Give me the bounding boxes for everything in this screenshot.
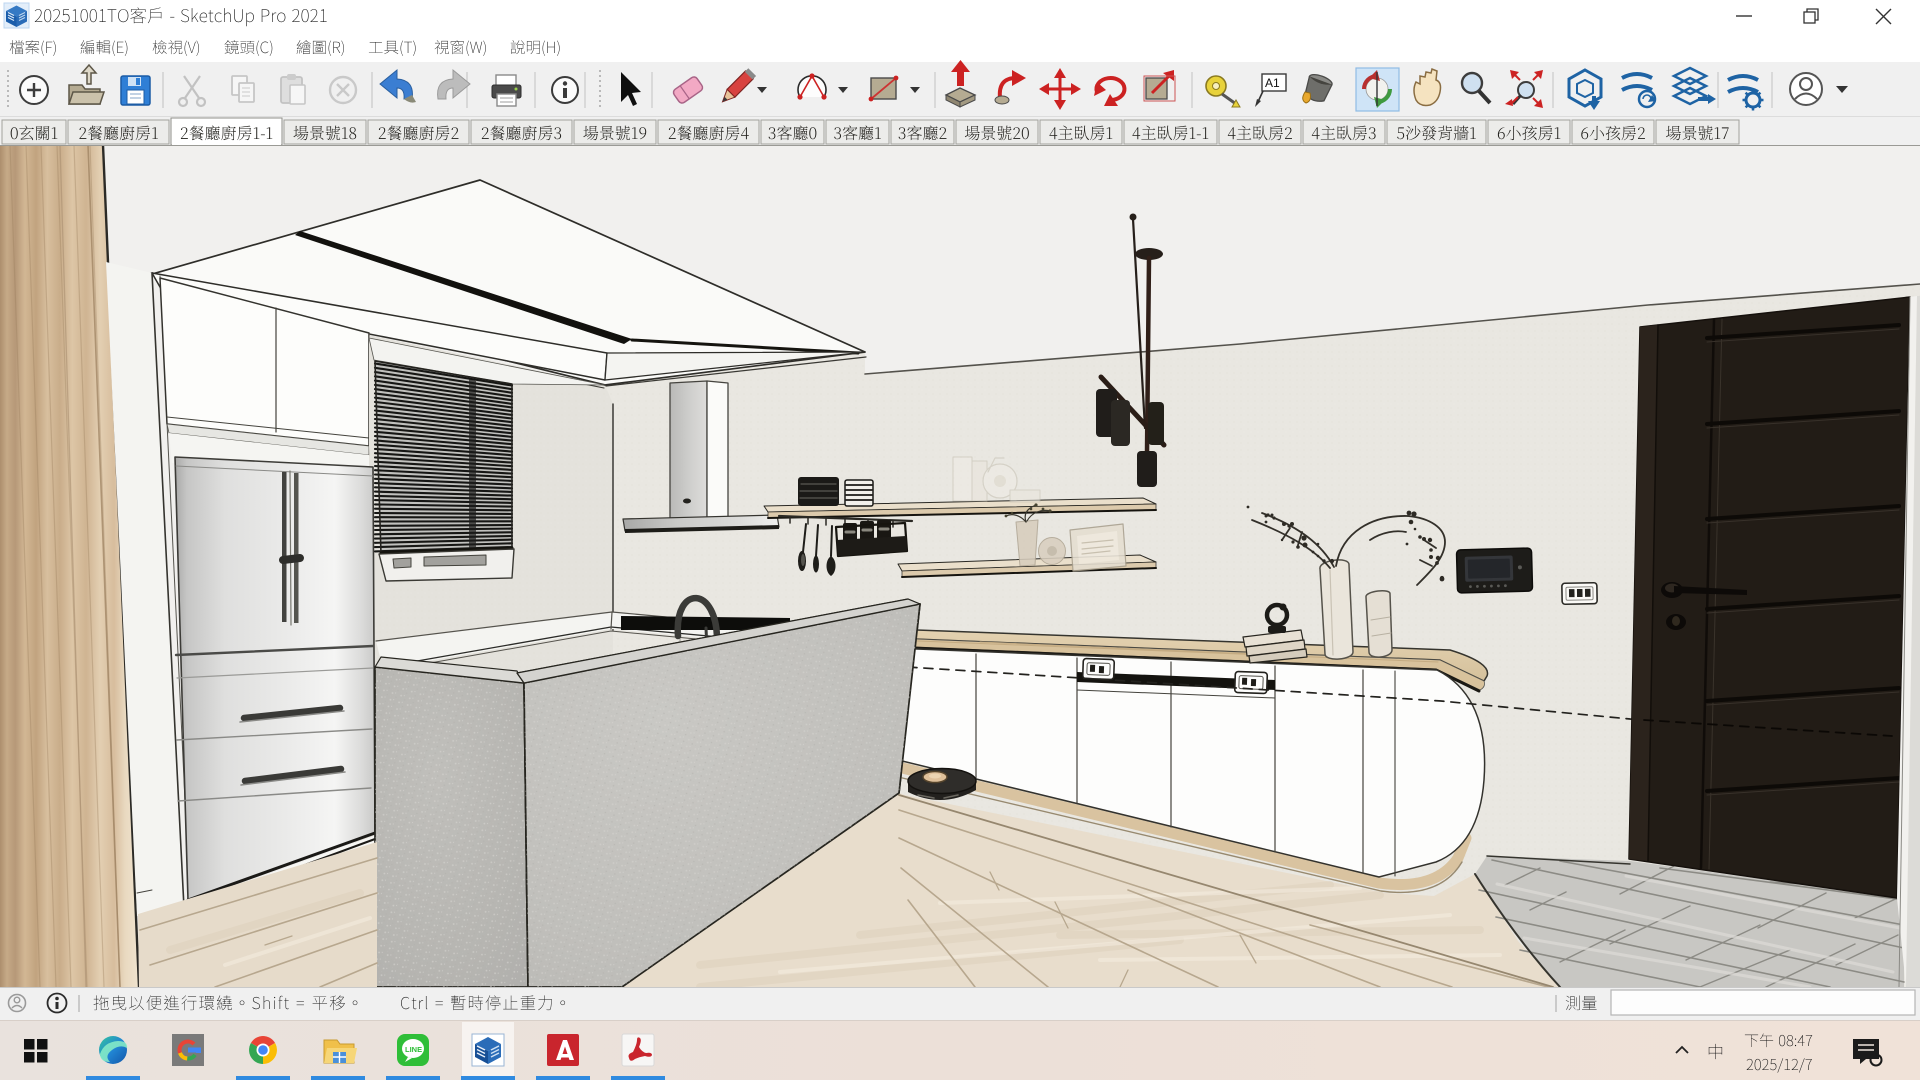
svg-text:LINE: LINE xyxy=(405,1045,422,1054)
svg-text:A1: A1 xyxy=(1265,76,1280,90)
